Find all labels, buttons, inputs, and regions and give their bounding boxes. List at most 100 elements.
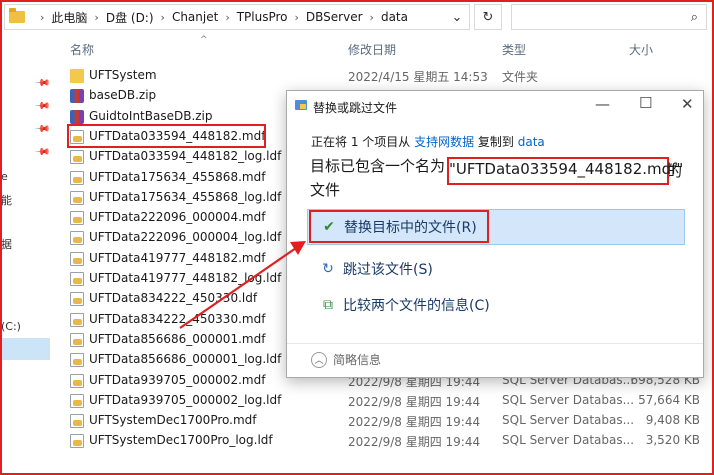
file-size: 3,520 KB bbox=[645, 433, 700, 448]
maximize-button[interactable]: ☐ bbox=[639, 94, 652, 112]
nav-item-fragment[interactable]: 据 bbox=[1, 236, 12, 252]
database-file-icon bbox=[70, 414, 84, 429]
column-size[interactable]: 大小 bbox=[629, 41, 653, 58]
column-header: ^ 名称 修改日期 类型 大小 bbox=[50, 35, 710, 60]
database-file-icon bbox=[70, 150, 84, 165]
file-row[interactable]: UFTData939705_000002_log.ldf 2022/9/8 星期四… bbox=[50, 391, 710, 411]
file-name: UFTData222096_000004_log.ldf bbox=[89, 230, 282, 245]
search-input[interactable]: ⌕ bbox=[511, 4, 707, 30]
file-row[interactable]: UFTSystemDec1700Pro_log.ldf 2022/9/8 星期四 … bbox=[50, 431, 710, 451]
address-dropdown-button[interactable]: ⌄ bbox=[443, 4, 471, 30]
nav-item-fragment[interactable]: 能 bbox=[1, 192, 12, 208]
file-type: SQL Server Databas... bbox=[502, 433, 635, 448]
refresh-button[interactable]: ↻ bbox=[474, 4, 502, 30]
chevron-right-icon: › bbox=[369, 10, 374, 24]
annotation-highlight-file bbox=[67, 124, 266, 148]
copy-info-middle: 复制到 bbox=[474, 135, 518, 149]
file-size: 57,664 KB bbox=[638, 392, 700, 407]
file-row[interactable]: UFTSystemDec1700Pro.mdf 2022/9/8 星期四 19:4… bbox=[50, 411, 710, 431]
pin-icon[interactable]: 📌 bbox=[34, 98, 51, 115]
file-size: 9,408 KB bbox=[645, 413, 700, 428]
close-button[interactable]: ✕ bbox=[681, 95, 694, 113]
file-name: UFTData856686_000001_log.ldf bbox=[89, 352, 282, 367]
breadcrumb-dbserver[interactable]: DBServer bbox=[306, 10, 363, 24]
file-row[interactable]: UFTSystem 2022/4/15 星期五 14:53 文件夹 bbox=[50, 66, 710, 86]
conflict-message-prefix: 目标已包含一个名为 bbox=[310, 157, 446, 175]
file-date: 2022/9/8 星期四 19:44 bbox=[348, 415, 481, 430]
database-file-icon bbox=[70, 312, 84, 327]
compare-files-icon: ⧉ bbox=[323, 297, 333, 313]
file-name: UFTData175634_455868.mdf bbox=[89, 169, 266, 184]
file-name: baseDB.zip bbox=[89, 88, 157, 103]
database-file-icon bbox=[70, 170, 84, 185]
conflict-message-line2: 文件 bbox=[310, 181, 341, 199]
nav-item-fragment[interactable]: e bbox=[1, 170, 8, 183]
folder-icon bbox=[70, 69, 84, 83]
replace-or-skip-dialog: 替换或跳过文件 — ☐ ✕ 正在将 1 个项目从 支持网数据 复制到 data … bbox=[286, 90, 704, 378]
database-file-icon bbox=[70, 190, 84, 205]
file-type: SQL Server Databas... bbox=[502, 392, 635, 407]
chevron-right-icon: › bbox=[40, 10, 45, 24]
file-name: UFTData419777_448182_log.ldf bbox=[89, 271, 282, 285]
file-type: 文件夹 bbox=[502, 70, 539, 84]
skip-arrow-icon: ↻ bbox=[322, 261, 334, 277]
file-name: GuidtoIntBaseDB.zip bbox=[89, 108, 213, 123]
database-file-icon bbox=[70, 272, 84, 286]
fewer-details-toggle[interactable]: ︿ 简略信息 bbox=[311, 351, 381, 368]
pin-icon[interactable]: 📌 bbox=[34, 144, 51, 161]
folder-icon bbox=[9, 8, 25, 23]
address-bar[interactable]: › 此电脑 › D盘 (D:) › Chanjet › TPlusPro › D… bbox=[4, 4, 470, 30]
breadcrumb-drive-d[interactable]: D盘 (D:) bbox=[106, 9, 154, 26]
column-name[interactable]: 名称 bbox=[70, 41, 94, 58]
chevron-down-icon: ⌄ bbox=[451, 9, 463, 25]
skip-option-label: 跳过该文件(S) bbox=[343, 262, 433, 278]
pin-icon[interactable]: 📌 bbox=[34, 121, 51, 138]
database-file-icon bbox=[70, 332, 84, 347]
database-file-icon bbox=[70, 373, 84, 388]
breadcrumb-tpluspro[interactable]: TPlusPro bbox=[237, 10, 288, 24]
file-name: UFTSystemDec1700Pro.mdf bbox=[89, 413, 257, 428]
file-type: SQL Server Databas... bbox=[502, 413, 635, 428]
database-file-icon bbox=[70, 353, 84, 368]
archive-icon bbox=[70, 89, 84, 104]
chevron-up-icon: ︿ bbox=[311, 351, 327, 368]
copy-info: 正在将 1 个项目从 支持网数据 复制到 data bbox=[311, 133, 545, 150]
compare-option-button[interactable]: ⧉ 比较两个文件的信息(C) bbox=[307, 287, 685, 323]
database-file-icon bbox=[70, 393, 84, 408]
breadcrumb-data[interactable]: data bbox=[381, 10, 408, 24]
search-icon: ⌕ bbox=[690, 10, 698, 25]
dialog-divider bbox=[287, 343, 703, 344]
breadcrumb-this-pc[interactable]: 此电脑 bbox=[51, 9, 87, 26]
file-name: UFTSystem bbox=[89, 68, 157, 82]
file-name: UFTData834222_450330.ldf bbox=[89, 291, 258, 306]
annotation-highlight-replace bbox=[309, 210, 489, 243]
file-name: UFTData222096_000004.mdf bbox=[89, 210, 266, 225]
copy-info-prefix: 正在将 1 个项目从 bbox=[311, 135, 415, 149]
skip-option-button[interactable]: ↻ 跳过该文件(S) bbox=[307, 251, 685, 287]
chevron-right-icon: › bbox=[94, 10, 99, 24]
minimize-button[interactable]: — bbox=[595, 95, 610, 113]
file-name: UFTData856686_000001.mdf bbox=[89, 331, 266, 346]
file-name: UFTData175634_455868_log.ldf bbox=[89, 189, 282, 204]
source-link[interactable]: 支持网数据 bbox=[414, 135, 474, 149]
address-bar-row: › 此电脑 › D盘 (D:) › Chanjet › TPlusPro › D… bbox=[0, 0, 714, 34]
database-file-icon bbox=[70, 211, 84, 226]
file-name: UFTSystemDec1700Pro_log.ldf bbox=[89, 433, 273, 448]
file-name: UFTData419777_448182.mdf bbox=[89, 250, 266, 265]
compare-option-label: 比较两个文件的信息(C) bbox=[343, 298, 490, 314]
breadcrumb-chanjet[interactable]: Chanjet bbox=[172, 10, 218, 24]
destination-link[interactable]: data bbox=[518, 135, 545, 149]
file-name: UFTData939705_000002.mdf bbox=[89, 372, 266, 387]
file-date: 2022/4/15 星期五 14:53 bbox=[348, 70, 488, 84]
archive-icon bbox=[70, 109, 84, 124]
fewer-details-label: 简略信息 bbox=[333, 353, 382, 367]
database-file-icon bbox=[70, 434, 84, 449]
column-date[interactable]: 修改日期 bbox=[348, 41, 396, 58]
file-name: UFTData939705_000002_log.ldf bbox=[89, 392, 282, 407]
chevron-right-icon: › bbox=[294, 10, 299, 24]
nav-item-drive-c[interactable]: (C:) bbox=[1, 320, 21, 333]
column-type[interactable]: 类型 bbox=[502, 41, 526, 58]
pin-icon[interactable]: 📌 bbox=[34, 75, 51, 92]
navigation-pane: 📌 📌 📌 📌 e 能 据 (C:) bbox=[0, 34, 51, 475]
nav-item-selected[interactable] bbox=[0, 338, 50, 360]
